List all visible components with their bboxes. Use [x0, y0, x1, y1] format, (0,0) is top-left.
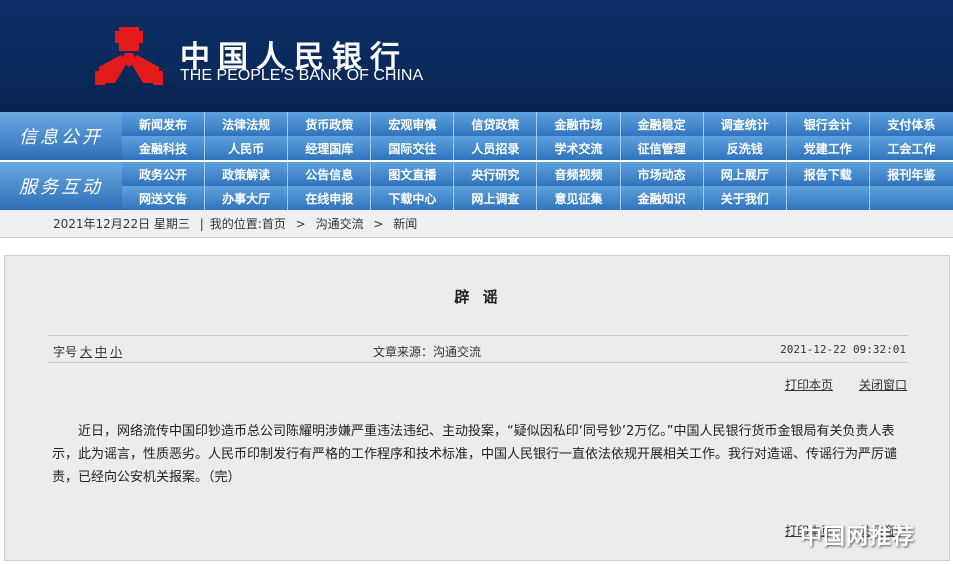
watermark: 中国网推荐 [800, 525, 916, 550]
nav-item[interactable]: 办事大厅 [205, 186, 289, 210]
nav-item[interactable]: 意见征集 [537, 186, 621, 210]
nav-row: 金融科技 人民币 经理国库 国际交往 人员招录 学术交流 征信管理 反洗钱 党建工作 工会工作 [122, 136, 953, 160]
nav-item[interactable]: 金融市场 [537, 112, 621, 136]
article-actions-top: 打印本页 关闭窗口 [759, 376, 907, 393]
nav-row: 网送文告 办事大厅 在线申报 下载中心 网上调查 意见征集 金融知识 关于我们 [122, 186, 953, 210]
article-title: 辟 谣 [454, 288, 502, 306]
nav-item[interactable]: 音频视频 [537, 162, 621, 186]
nav-item [870, 186, 953, 210]
nav-item[interactable]: 政策解读 [205, 162, 289, 186]
article-container: 辟 谣 字号大中小 文章来源：沟通交流 2021-12-22 09:32:01 … [4, 255, 950, 561]
breadcrumb-arrow: > [373, 217, 384, 231]
nav-item[interactable]: 工会工作 [870, 136, 953, 160]
nav-item[interactable]: 人民币 [205, 136, 289, 160]
main-navigation: 信息公开 新闻发布 法律法规 货币政策 宏观审慎 信贷政策 金融市场 金融稳定 调查统计 银行会… [0, 112, 953, 210]
logo-english-name: THE PEOPLE'S BANK OF CHINA [180, 67, 424, 84]
breadcrumb-arrow: > [295, 217, 306, 231]
nav-item[interactable]: 关于我们 [704, 186, 787, 210]
nav-item[interactable]: 新闻发布 [122, 112, 206, 136]
nav-item[interactable]: 反洗钱 [704, 136, 787, 160]
nav-item[interactable]: 金融稳定 [621, 112, 704, 136]
nav-item[interactable]: 征信管理 [621, 136, 704, 160]
site-header: 中国人民银行 THE PEOPLE'S BANK OF CHINA [0, 0, 953, 112]
nav-item[interactable]: 宏观审慎 [371, 112, 455, 136]
close-window-link[interactable]: 关闭窗口 [859, 378, 907, 392]
font-size-small[interactable]: 小 [110, 345, 122, 359]
article-source: 文章来源：沟通交流 [373, 345, 482, 359]
nav-item[interactable]: 下载中心 [371, 186, 455, 210]
nav-item[interactable]: 信贷政策 [454, 112, 538, 136]
print-page-link[interactable]: 打印本页 [785, 378, 833, 392]
nav-item[interactable]: 支付体系 [870, 112, 953, 136]
breadcrumb-news[interactable]: 新闻 [393, 217, 417, 231]
nav-item[interactable]: 报告下载 [787, 162, 870, 186]
nav-item[interactable]: 调查统计 [704, 112, 787, 136]
nav-item[interactable]: 公告信息 [288, 162, 372, 186]
nav-item[interactable]: 金融知识 [621, 186, 704, 210]
nav-item[interactable]: 图文直播 [371, 162, 455, 186]
nav-item[interactable]: 银行会计 [787, 112, 870, 136]
nav-section-info: 信息公开 新闻发布 法律法规 货币政策 宏观审慎 信贷政策 金融市场 金融稳定 调查统计 银行会… [0, 112, 953, 160]
nav-item[interactable]: 党建工作 [787, 136, 870, 160]
breadcrumb-communication[interactable]: 沟通交流 [316, 217, 364, 231]
nav-item[interactable]: 人员招录 [454, 136, 538, 160]
breadcrumb: 2021年12月22日 星期三 | 我的位置:首页 > 沟通交流 > 新闻 [0, 210, 953, 238]
nav-row: 政务公开 政策解读 公告信息 图文直播 央行研究 音频视频 市场动态 网上展厅 报告下载 报刊年鉴 [122, 162, 953, 186]
nav-item[interactable]: 法律法规 [205, 112, 289, 136]
nav-item[interactable]: 金融科技 [122, 136, 206, 160]
location-label: 我的位置: [209, 217, 262, 231]
nav-item [787, 186, 870, 210]
nav-section-label: 信息公开 [0, 112, 122, 160]
article-datetime: 2021-12-22 09:32:01 [780, 343, 906, 356]
nav-item[interactable]: 网上展厅 [704, 162, 787, 186]
nav-row: 新闻发布 法律法规 货币政策 宏观审慎 信贷政策 金融市场 金融稳定 调查统计 银行会计 支付体系 [122, 112, 953, 136]
nav-item[interactable]: 国际交往 [371, 136, 455, 160]
nav-item[interactable]: 货币政策 [288, 112, 372, 136]
nav-item[interactable]: 网上调查 [454, 186, 538, 210]
current-date: 2021年12月22日 星期三 [53, 217, 190, 231]
nav-item[interactable]: 经理国库 [288, 136, 372, 160]
nav-item[interactable]: 市场动态 [621, 162, 704, 186]
article-body: 近日，网络流传中国印钞造币总公司陈耀明涉嫌严重违法违纪、主动投案，“疑似因私印‘… [52, 424, 898, 485]
nav-section-label: 服务互动 [0, 162, 122, 210]
nav-item[interactable]: 央行研究 [454, 162, 538, 186]
pboc-emblem-icon [95, 27, 163, 85]
nav-item[interactable]: 报刊年鉴 [870, 162, 953, 186]
nav-item[interactable]: 在线申报 [288, 186, 372, 210]
font-size-large[interactable]: 大 [80, 345, 92, 359]
separator: | [199, 217, 204, 231]
article-meta: 字号大中小 文章来源：沟通交流 2021-12-22 09:32:01 [48, 335, 908, 363]
nav-section-service: 服务互动 政务公开 政策解读 公告信息 图文直播 央行研究 音频视频 市场动态 网上展厅 报告下… [0, 162, 953, 210]
nav-item[interactable]: 政务公开 [122, 162, 206, 186]
font-size-label: 字号 [53, 345, 78, 359]
breadcrumb-home[interactable]: 首页 [262, 217, 286, 231]
font-size-medium[interactable]: 中 [95, 345, 107, 359]
nav-item[interactable]: 网送文告 [122, 186, 206, 210]
nav-item[interactable]: 学术交流 [537, 136, 621, 160]
